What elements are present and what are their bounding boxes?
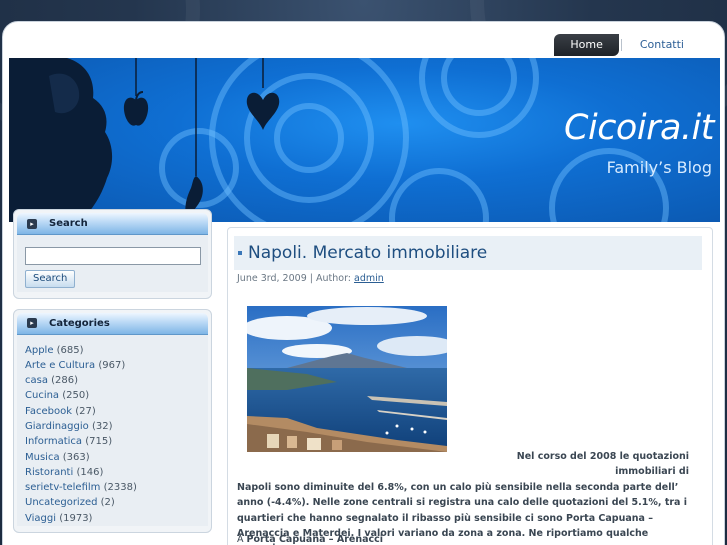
category-link[interactable]: Arte e Cultura (25, 360, 95, 371)
category-list: Apple (685) Arte e Cultura (967) casa (2… (25, 343, 200, 527)
sidebar: ▸ Search Search ▸ Categories Apple (685)… (13, 209, 212, 543)
category-link[interactable]: casa (25, 375, 48, 386)
nav-contatti-link[interactable]: Contatti (622, 34, 702, 56)
category-count: (1973) (59, 512, 93, 524)
category-count: (363) (62, 451, 90, 463)
post-body-text: Nel corso del 2008 le quotazioni immobil… (237, 449, 689, 545)
silhouette-figure-icon (9, 58, 113, 222)
post-meta: June 3rd, 2009 | Author: admin (237, 273, 384, 284)
category-item: Uncategorized (2) (25, 495, 200, 510)
search-widget-body: Search (17, 235, 208, 292)
site-tagline: Family’s Blog (606, 158, 712, 177)
category-link[interactable]: Uncategorized (25, 497, 97, 508)
category-item: casa (286) (25, 373, 200, 388)
post-text-first-line: Nel corso del 2008 le quotazioni immobil… (516, 451, 689, 478)
category-item: Facebook (27) (25, 404, 200, 419)
category-count: (2) (100, 497, 115, 509)
pepper-icon (185, 58, 203, 222)
post-date: June 3rd, 2009 (237, 273, 307, 284)
nav-home-link[interactable]: Home (554, 34, 619, 56)
naples-bay-photo (247, 306, 447, 452)
category-link[interactable]: Cucina (25, 390, 59, 401)
search-input[interactable] (25, 246, 201, 265)
search-button[interactable]: Search (25, 269, 76, 288)
category-count: (27) (75, 405, 96, 417)
category-count: (250) (62, 390, 90, 402)
category-item: Cucina (250) (25, 388, 200, 403)
category-count: (146) (76, 466, 104, 478)
category-count: (32) (91, 420, 113, 432)
post-content: Napoli. Mercato immobiliare June 3rd, 20… (227, 227, 713, 545)
post-sub-bold: Porta Capuana – Arenacci (246, 534, 384, 545)
categories-widget: ▸ Categories Apple (685) Arte e Cultura … (13, 308, 212, 534)
search-widget: ▸ Search Search (13, 209, 212, 299)
post-meta-author-label: | Author: (306, 273, 355, 284)
category-link[interactable]: Musica (25, 452, 60, 463)
category-link[interactable]: Viaggi (25, 513, 56, 524)
post-subheading: A Porta Capuana – Arenacci (237, 534, 383, 545)
category-count: (967) (98, 359, 126, 371)
post-author-link[interactable]: admin (354, 273, 384, 284)
category-count: (2338) (103, 482, 137, 494)
category-item: Musica (363) (25, 450, 200, 465)
category-link[interactable]: Giardinaggio (25, 421, 89, 432)
category-item: Giardinaggio (32) (25, 419, 200, 434)
category-item: Apple (685) (25, 343, 200, 358)
category-link[interactable]: Apple (25, 345, 53, 356)
category-item: serietv-telefilm (2338) (25, 480, 200, 495)
post-title-bar: Napoli. Mercato immobiliare (234, 236, 702, 270)
category-link[interactable]: Ristoranti (25, 467, 73, 478)
category-count: (715) (85, 436, 113, 448)
post-title[interactable]: Napoli. Mercato immobiliare (248, 243, 487, 263)
apple-icon (123, 58, 149, 126)
post-sub-prefix: A (237, 534, 247, 545)
top-navigation: Home Contatti (554, 34, 702, 56)
arrow-right-icon: ▸ (27, 318, 37, 328)
category-link[interactable]: Informatica (25, 436, 82, 447)
site-title[interactable]: Cicoira.it (564, 108, 714, 148)
category-item: Ristoranti (146) (25, 465, 200, 480)
category-count: (286) (51, 375, 79, 387)
bullet-icon (238, 251, 242, 255)
category-item: Arte e Cultura (967) (25, 358, 200, 373)
search-widget-title: Search (49, 218, 88, 229)
categories-widget-title: Categories (49, 317, 110, 329)
category-item: Viaggi (1973) (25, 511, 200, 526)
arrow-right-icon: ▸ (27, 218, 37, 229)
category-link[interactable]: Facebook (25, 406, 72, 417)
heart-icon (246, 58, 280, 130)
category-item: Informatica (715) (25, 434, 200, 449)
category-count: (685) (56, 344, 84, 356)
header-banner: Cicoira.it Family’s Blog (9, 58, 720, 222)
categories-widget-body: Apple (685) Arte e Cultura (967) casa (2… (17, 334, 208, 527)
categories-widget-header: ▸ Categories (17, 312, 208, 335)
category-link[interactable]: serietv-telefilm (25, 482, 100, 493)
search-widget-header: ▸ Search (17, 213, 208, 235)
